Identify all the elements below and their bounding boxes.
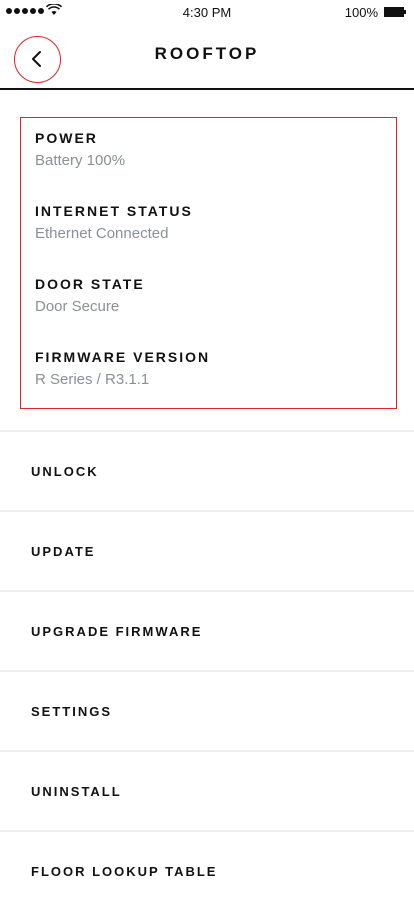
status-bar: 4:30 PM 100% — [0, 0, 414, 24]
internet-status-info: INTERNET STATUS Ethernet Connected — [35, 203, 193, 242]
menu-item-unlock[interactable]: UNLOCK — [0, 430, 414, 510]
internet-status-value: Ethernet Connected — [35, 225, 169, 242]
menu-item-floor-lookup-table[interactable]: FLOOR LOOKUP TABLE — [0, 830, 414, 910]
menu-item-uninstall[interactable]: UNINSTALL — [0, 750, 414, 830]
menu-item-label: UPGRADE FIRMWARE — [31, 624, 203, 639]
menu-item-label: SETTINGS — [31, 704, 113, 719]
menu-item-update[interactable]: UPDATE — [0, 510, 414, 590]
menu-item-label: UNLOCK — [31, 464, 99, 479]
device-info-panel: POWER Battery 100% INTERNET STATUS Ether… — [20, 117, 397, 409]
internet-status-label: INTERNET STATUS — [35, 203, 193, 219]
menu-item-upgrade-firmware[interactable]: UPGRADE FIRMWARE — [0, 590, 414, 670]
menu-item-settings[interactable]: SETTINGS — [0, 670, 414, 750]
power-label: POWER — [35, 130, 98, 146]
firmware-version-label: FIRMWARE VERSION — [35, 349, 211, 365]
action-menu: UNLOCK UPDATE UPGRADE FIRMWARE SETTINGS … — [0, 430, 414, 910]
menu-item-label: UPDATE — [31, 544, 96, 559]
header: ROOFTOP — [0, 24, 414, 90]
battery-percentage: 100% — [344, 5, 378, 20]
battery-icon — [384, 7, 406, 17]
door-state-info: DOOR STATE Door Secure — [35, 276, 145, 315]
power-info: POWER Battery 100% — [35, 130, 125, 169]
firmware-version-value: R Series / R3.1.1 — [35, 371, 150, 388]
menu-item-label: UNINSTALL — [31, 784, 122, 799]
power-value: Battery 100% — [35, 152, 126, 169]
door-state-label: DOOR STATE — [35, 276, 145, 292]
door-state-value: Door Secure — [35, 298, 120, 315]
page-title: ROOFTOP — [154, 44, 260, 63]
menu-item-label: FLOOR LOOKUP TABLE — [31, 864, 218, 879]
firmware-version-info: FIRMWARE VERSION R Series / R3.1.1 — [35, 349, 210, 388]
